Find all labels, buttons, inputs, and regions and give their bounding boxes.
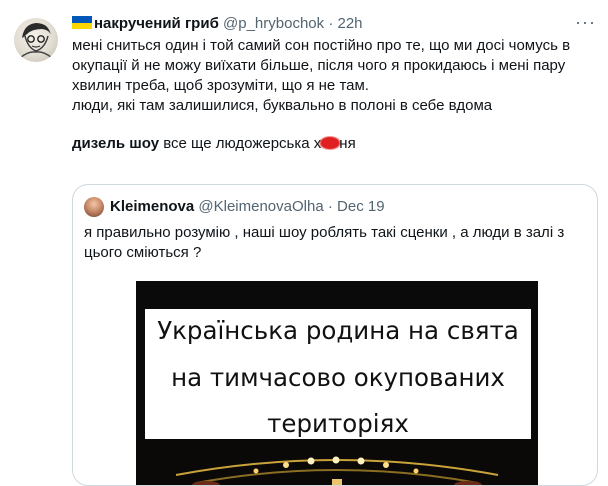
quoted-media-image[interactable]: Українська родина на свята на тимчасово … xyxy=(136,281,538,485)
ukraine-flag-icon xyxy=(72,16,92,29)
caption-line: на тимчасово окупованих xyxy=(171,363,505,392)
caption-line: територіях xyxy=(267,409,409,438)
author-name[interactable]: накручений гриб xyxy=(94,15,219,32)
tweet[interactable]: накручений гриб @p_hrybochok · 22h ··· м… xyxy=(0,0,608,486)
separator-dot: · xyxy=(327,198,333,215)
tweet-header: накручений гриб @p_hrybochok · 22h xyxy=(72,14,363,34)
tweet-text-line: хвилин треба, щоб зрозуміти, що я не там… xyxy=(72,77,369,94)
text-after-censor: ня xyxy=(339,135,356,152)
quoted-avatar[interactable] xyxy=(84,197,104,217)
tweet-text-line: окупації й не можу виїхати більше, після… xyxy=(72,57,566,74)
show-name: дизель шоу xyxy=(72,135,160,152)
quoted-text-line: я правильно розумію , наші шоу роблять т… xyxy=(84,224,565,241)
avatar-image xyxy=(19,23,53,59)
image-caption-box: Українська родина на свята на тимчасово … xyxy=(145,309,531,449)
more-horizontal-icon[interactable]: ··· xyxy=(575,12,596,33)
tweet-text-line: люди, які там залишилися, буквально в по… xyxy=(72,97,493,114)
tweet-text-line: мені сниться один і той самий сон постій… xyxy=(72,37,571,54)
caption-line: Українська родина на свята xyxy=(157,316,519,345)
quoted-author-name[interactable]: Kleimenova xyxy=(110,198,194,215)
quoted-text-line: цього сміються ? xyxy=(84,244,202,261)
stage-lights-graphic xyxy=(136,439,538,485)
quoted-author-handle[interactable]: @KleimenovaOlha xyxy=(198,198,323,215)
quoted-header: Kleimenova @KleimenovaOlha · Dec 19 xyxy=(110,197,385,217)
tweet-text-line-last: дизель шоу все ще людожерська х ня xyxy=(72,134,597,154)
text-before-censor: все ще людожерська х xyxy=(159,135,322,152)
avatar[interactable] xyxy=(14,18,58,62)
separator-dot: · xyxy=(328,15,334,32)
quoted-timestamp[interactable]: Dec 19 xyxy=(337,198,385,215)
tweet-timestamp[interactable]: 22h xyxy=(337,15,362,32)
author-handle[interactable]: @p_hrybochok xyxy=(223,15,324,32)
quoted-tweet[interactable]: Kleimenova @KleimenovaOlha · Dec 19 я пр… xyxy=(72,184,598,486)
quoted-text: я правильно розумію , наші шоу роблять т… xyxy=(84,223,584,263)
censor-mark xyxy=(319,136,342,150)
tweet-text: мені сниться один і той самий сон постій… xyxy=(72,36,597,154)
